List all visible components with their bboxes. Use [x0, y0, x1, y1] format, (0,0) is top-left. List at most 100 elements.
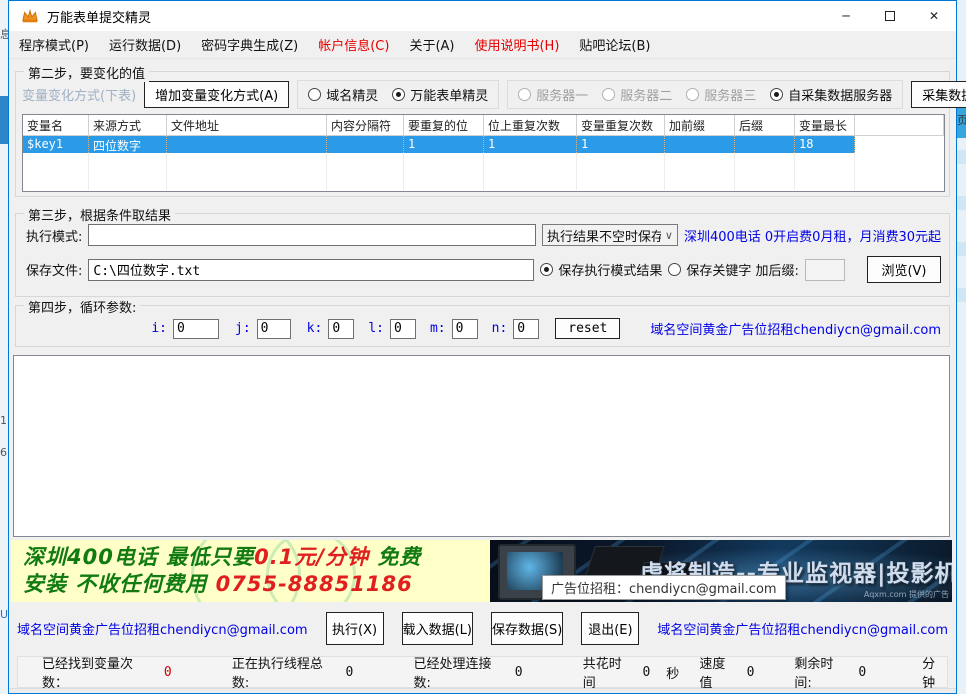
- radio-save-exec-result[interactable]: 保存执行模式结果: [540, 260, 662, 279]
- radio-server-1[interactable]: 服务器一: [518, 85, 588, 104]
- connections-value: 0: [515, 665, 523, 680]
- background-fragment: 息: [0, 26, 8, 42]
- window-title: 万能表单提交精灵: [47, 7, 151, 26]
- param-m-label: m:: [430, 321, 446, 336]
- save-condition-dropdown[interactable]: 执行结果不空时保存 ∨: [542, 224, 678, 246]
- table-header-row: 变量名 来源方式 文件地址 内容分隔符 要重复的位 位上重复次数 变量重复次数 …: [23, 115, 944, 136]
- radio-icon: [518, 88, 531, 101]
- background-fragment: 页: [957, 112, 966, 128]
- close-button[interactable]: ✕: [912, 1, 956, 31]
- col-header[interactable]: 文件地址: [167, 115, 327, 136]
- radio-label: 保存执行模式结果: [558, 260, 662, 279]
- menu-account-info[interactable]: 帐户信息(C): [318, 35, 389, 54]
- col-header[interactable]: 内容分隔符: [327, 115, 404, 136]
- threads-label: 正在执行线程总数:: [232, 653, 336, 691]
- param-i-label: i:: [151, 321, 167, 336]
- save-file-label: 保存文件:: [26, 260, 82, 279]
- menu-password-dict[interactable]: 密码字典生成(Z): [201, 35, 298, 54]
- banner-left-line2: 安装 不收任何费用 0755-88851186: [23, 571, 490, 598]
- collect-data-button[interactable]: 采集数据(C): [911, 81, 966, 108]
- param-l-input[interactable]: [390, 319, 416, 339]
- execute-button[interactable]: 执行(X): [326, 612, 384, 645]
- exec-mode-input[interactable]: [88, 224, 536, 246]
- col-header[interactable]: 加前缀: [665, 115, 735, 136]
- menu-about[interactable]: 关于(A): [409, 35, 454, 54]
- load-data-button[interactable]: 载入数据(L): [402, 612, 473, 645]
- maximize-button[interactable]: [868, 1, 912, 31]
- connections-label: 已经处理连接数:: [414, 653, 505, 691]
- cell-variable-repeat-count: 1: [577, 136, 665, 153]
- menu-bar: 程序模式(P) 运行数据(D) 密码字典生成(Z) 帐户信息(C) 关于(A) …: [9, 31, 956, 59]
- param-j-label: j:: [235, 321, 251, 336]
- radio-label: 万能表单精灵: [410, 85, 488, 104]
- radio-form-wizard[interactable]: 万能表单精灵: [392, 85, 488, 104]
- param-l-label: l:: [368, 321, 384, 336]
- col-header[interactable]: 要重复的位: [404, 115, 484, 136]
- ad-link-400phone[interactable]: 深圳400电话 0开启费0月租，月消费30元起: [684, 226, 941, 245]
- background-fragment: 6: [0, 446, 7, 459]
- banner-ad-right[interactable]: 虎将制造--专业监视器|投影机厂家 广告位招租：chendiycn@gmail.…: [490, 540, 952, 602]
- col-header[interactable]: 位上重复次数: [484, 115, 577, 136]
- param-k-input[interactable]: [328, 319, 354, 339]
- radio-checked-icon: [392, 88, 405, 101]
- col-header[interactable]: 变量名: [23, 115, 89, 136]
- col-header[interactable]: 后缀: [735, 115, 795, 136]
- radio-checked-icon: [540, 263, 553, 276]
- ad-link-domain-step4[interactable]: 域名空间黄金广告位招租chendiycn@gmail.com: [650, 319, 941, 338]
- background-window-left: 息 1 6 U: [0, 0, 8, 694]
- background-row: [957, 288, 966, 302]
- keyword-suffix-input[interactable]: [805, 259, 845, 281]
- menu-program-mode[interactable]: 程序模式(P): [19, 35, 89, 54]
- reset-button[interactable]: reset: [555, 318, 620, 339]
- radio-self-collect-server[interactable]: 自采集数据服务器: [770, 85, 892, 104]
- table-row[interactable]: $key1 四位数字 1 1 1 18: [23, 136, 944, 153]
- save-data-button[interactable]: 保存数据(S): [491, 612, 563, 645]
- radio-save-keyword[interactable]: 保存关键字 加后缀:: [668, 260, 799, 279]
- radio-icon: [308, 88, 321, 101]
- exit-button[interactable]: 退出(E): [581, 612, 639, 645]
- step2-group-title: 第二步，要变化的值: [24, 63, 149, 82]
- param-n-input[interactable]: [513, 319, 539, 339]
- chevron-down-icon: ∨: [665, 229, 673, 242]
- status-bar: 已经找到变量次数： 0 正在执行线程总数: 0 已经处理连接数: 0 共花时间 …: [17, 656, 948, 688]
- col-header[interactable]: 来源方式: [89, 115, 167, 136]
- banner-left-line1: 深圳400电话 最低只要0.1元/分钟 免费: [23, 544, 490, 571]
- step3-group: 第三步，根据条件取结果 执行模式: 执行结果不空时保存 ∨ 深圳400电话 0开…: [15, 213, 950, 297]
- step4-group-title: 第四步，循环参数:: [24, 297, 140, 316]
- ad-link-domain-right[interactable]: 域名空间黄金广告位招租chendiycn@gmail.com: [657, 619, 948, 638]
- param-m-input[interactable]: [452, 319, 478, 339]
- background-block: [0, 96, 8, 144]
- radio-label: 域名精灵: [326, 85, 378, 104]
- param-j-input[interactable]: [257, 319, 291, 339]
- cell-digit-repeat-count: 1: [484, 136, 577, 153]
- output-textarea[interactable]: [13, 355, 950, 537]
- maximize-icon: [885, 11, 895, 21]
- title-bar[interactable]: 万能表单提交精灵 ─ ✕: [9, 1, 956, 31]
- background-row: [957, 150, 966, 164]
- banner-ad-left[interactable]: 深圳400电话 最低只要0.1元/分钟 免费 安装 不收任何费用 0755-88…: [11, 540, 490, 602]
- radio-server-3[interactable]: 服务器三: [686, 85, 756, 104]
- browse-button[interactable]: 浏览(V): [867, 256, 941, 283]
- variables-table[interactable]: 变量名 来源方式 文件地址 内容分隔符 要重复的位 位上重复次数 变量重复次数 …: [22, 114, 945, 192]
- cell-filler: [855, 136, 944, 153]
- menu-forum[interactable]: 贴吧论坛(B): [579, 35, 650, 54]
- radio-server-2[interactable]: 服务器二: [602, 85, 672, 104]
- minimize-button[interactable]: ─: [824, 1, 868, 31]
- save-file-input[interactable]: [88, 259, 534, 281]
- param-n-label: n:: [492, 321, 508, 336]
- ad-link-domain-left[interactable]: 域名空间黄金广告位招租chendiycn@gmail.com: [17, 619, 308, 638]
- col-header[interactable]: 变量重复次数: [577, 115, 665, 136]
- speed-label: 速度值: [699, 653, 736, 691]
- time-unit: 秒: [666, 663, 679, 682]
- col-header[interactable]: 变量最长: [795, 115, 855, 136]
- radio-domain-wizard[interactable]: 域名精灵: [308, 85, 378, 104]
- radio-icon: [602, 88, 615, 101]
- add-variable-method-button[interactable]: 增加变量变化方式(A): [144, 81, 289, 108]
- menu-run-data[interactable]: 运行数据(D): [109, 35, 181, 54]
- menu-manual[interactable]: 使用说明书(H): [474, 35, 559, 54]
- variable-method-label: 变量变化方式(下表): [22, 85, 136, 104]
- radio-icon: [686, 88, 699, 101]
- param-i-input[interactable]: [173, 319, 219, 339]
- table-empty-area[interactable]: [23, 153, 944, 190]
- wizard-type-radios: 域名精灵 万能表单精灵: [297, 80, 499, 109]
